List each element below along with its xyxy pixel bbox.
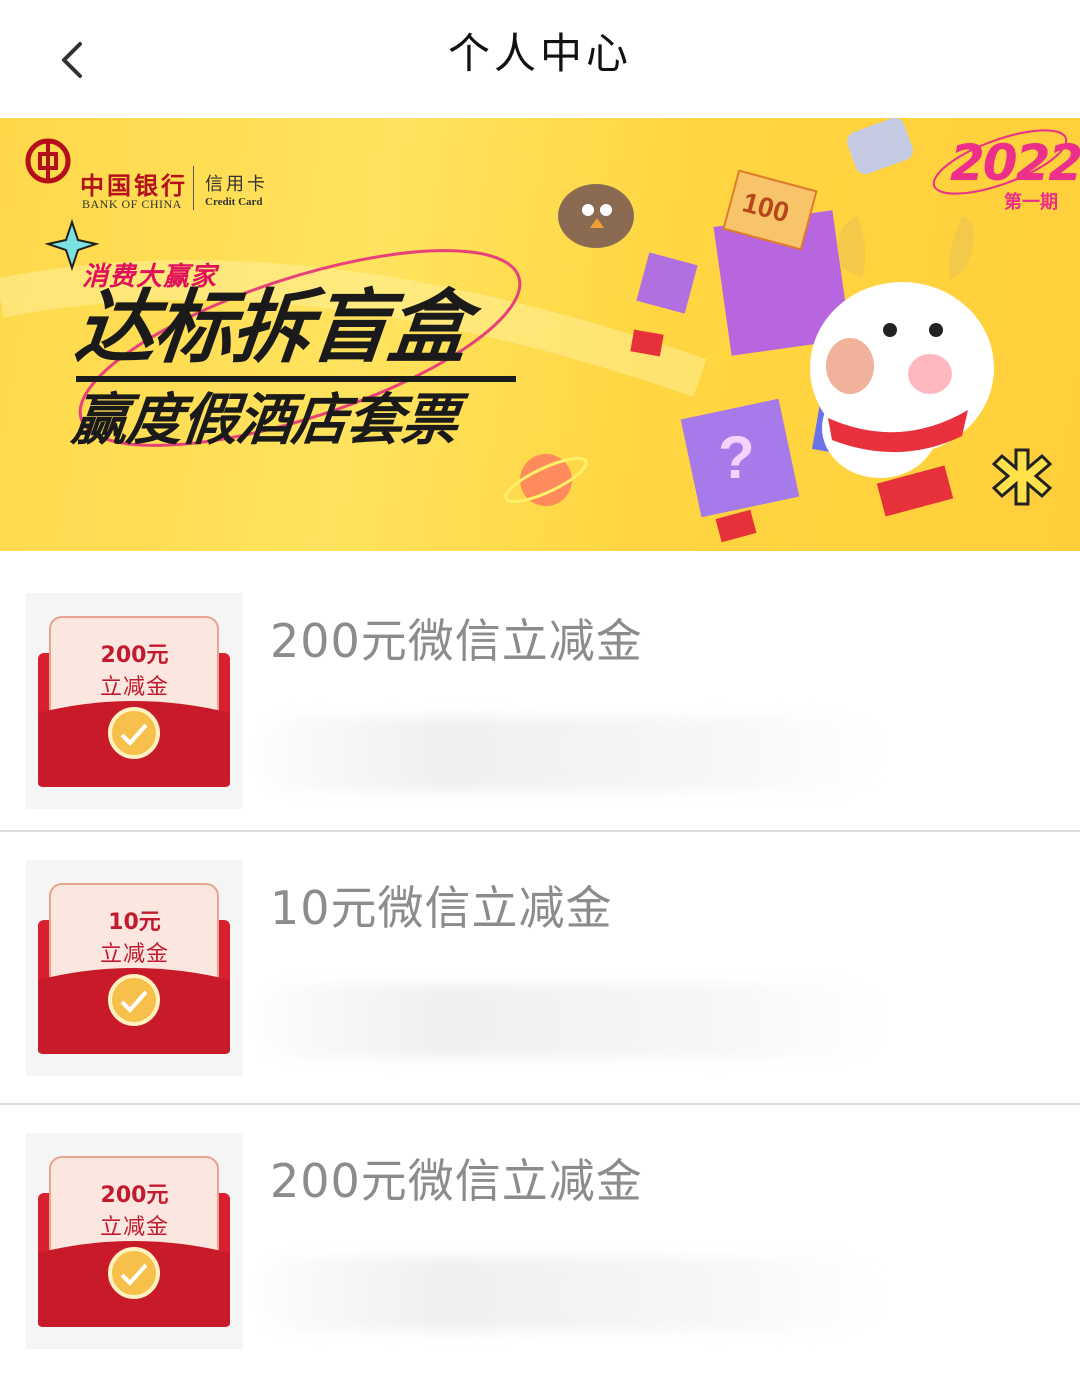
red-envelope-thumbnail: 200元 立减金 xyxy=(26,593,243,809)
item-title: 200元微信立减金 xyxy=(270,1154,643,1208)
envelope-label: 立减金 xyxy=(99,942,169,967)
list-item[interactable]: 200元 立减金 200元微信立减金 xyxy=(0,557,1080,831)
banner-headline-2: 赢度假酒店套票 xyxy=(68,388,461,453)
red-envelope-icon xyxy=(38,883,230,1054)
red-envelope-thumbnail: 200元 立减金 xyxy=(26,1133,243,1349)
page-title: 个人中心 xyxy=(447,29,632,78)
red-envelope-icon xyxy=(38,616,230,787)
promo-banner[interactable]: ? ? 100 中国银行 BANK OF CHINA xyxy=(0,118,1080,551)
blurred-description xyxy=(258,984,878,1058)
envelope-amount: 200元 xyxy=(100,1183,169,1208)
envelope-amount: 10元 xyxy=(108,910,161,935)
bank-name-en: BANK OF CHINA xyxy=(82,197,182,211)
bank-name-cn: 中国银行 xyxy=(80,171,188,200)
blurred-description xyxy=(258,1257,878,1331)
envelope-label: 立减金 xyxy=(99,1215,169,1240)
issue-number: 第一期 xyxy=(1004,192,1058,213)
svg-text:?: ? xyxy=(718,424,755,491)
item-title: 200元微信立减金 xyxy=(270,614,643,668)
envelope-amount: 200元 xyxy=(100,643,169,668)
blurred-description xyxy=(258,717,878,791)
red-envelope-icon xyxy=(38,1156,230,1327)
card-label-en: Credit Card xyxy=(205,196,263,208)
card-label-cn: 信用卡 xyxy=(205,174,268,195)
list-item[interactable]: 200元 立减金 200元微信立减金 xyxy=(0,1105,1080,1373)
bank-of-china-logo: 中国银行 BANK OF CHINA 信用卡 Credit Card xyxy=(26,140,276,211)
issue-year: 2022 xyxy=(950,134,1080,192)
item-title: 10元微信立减金 xyxy=(270,881,613,935)
logo-divider xyxy=(193,166,194,210)
headline-underline xyxy=(76,376,516,382)
top-bar: 个人中心 xyxy=(0,0,1080,118)
envelope-label: 立减金 xyxy=(99,675,169,700)
red-envelope-thumbnail: 10元 立减金 xyxy=(26,860,243,1076)
list-item[interactable]: 10元 立减金 10元微信立减金 xyxy=(0,832,1080,1106)
banner-headline-1: 达标拆盲盒 xyxy=(71,281,471,374)
